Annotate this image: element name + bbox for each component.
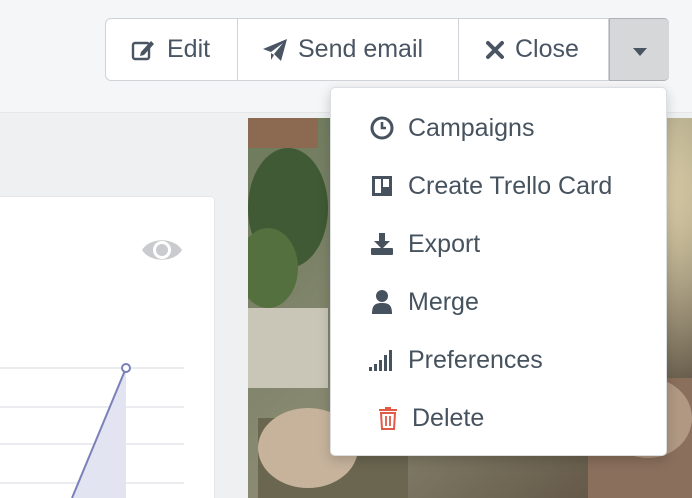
edit-button[interactable]: Edit: [106, 19, 238, 80]
menu-item-campaigns[interactable]: Campaigns: [331, 99, 666, 157]
menu-item-label: Create Trello Card: [408, 171, 613, 200]
close-label: Close: [515, 35, 579, 63]
close-button[interactable]: Close: [459, 19, 609, 80]
edit-label: Edit: [167, 35, 211, 63]
menu-item-label: Merge: [408, 287, 479, 316]
chart-point: [121, 363, 131, 373]
trash-icon: [375, 405, 401, 431]
edit-icon: [131, 38, 157, 62]
user-icon: [369, 289, 395, 315]
menu-item-label: Preferences: [408, 345, 543, 374]
action-button-group: Edit Send email Close: [105, 18, 669, 81]
paper-plane-icon: [262, 38, 288, 62]
menu-item-label: Export: [408, 229, 481, 258]
caret-down-icon: [632, 35, 648, 64]
menu-item-merge[interactable]: Merge: [331, 273, 666, 331]
trello-icon: [369, 173, 395, 199]
download-icon: [369, 231, 395, 257]
close-icon: [485, 40, 505, 60]
signal-bars-icon: [369, 347, 395, 373]
send-email-label: Send email: [298, 35, 424, 63]
clock-icon: [369, 115, 395, 141]
menu-item-label: Delete: [412, 403, 485, 432]
mini-line-chart: [0, 363, 184, 498]
menu-item-preferences[interactable]: Preferences: [331, 331, 666, 389]
menu-item-delete[interactable]: Delete: [331, 389, 666, 447]
menu-item-export[interactable]: Export: [331, 215, 666, 273]
more-actions-dropdown-menu: Campaigns Create Trello Card Export Merg…: [330, 87, 667, 456]
menu-item-label: Campaigns: [408, 113, 535, 142]
menu-item-create-trello-card[interactable]: Create Trello Card: [331, 157, 666, 215]
send-email-button[interactable]: Send email: [238, 19, 459, 80]
more-actions-dropdown-toggle[interactable]: [609, 18, 669, 81]
eye-icon[interactable]: [141, 234, 183, 271]
